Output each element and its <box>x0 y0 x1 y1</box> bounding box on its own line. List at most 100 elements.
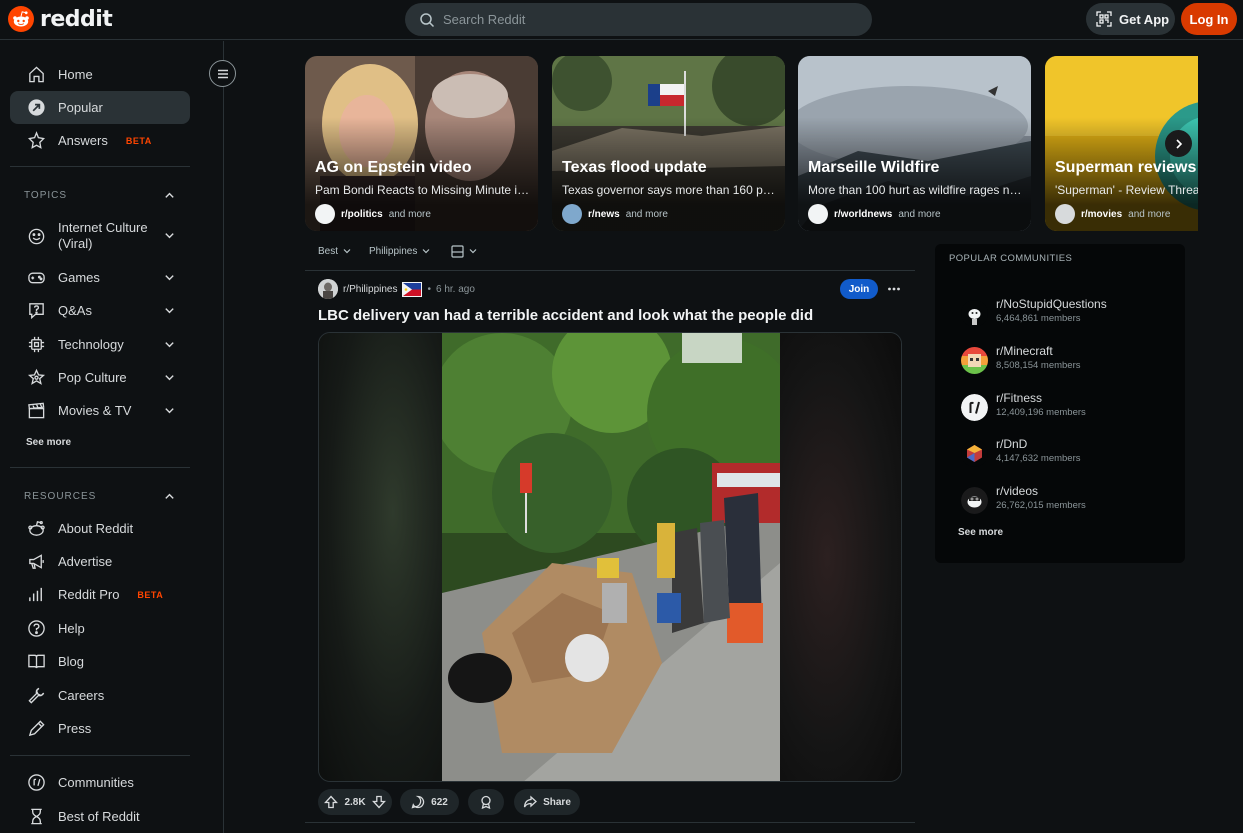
post-subreddit-link[interactable]: r/Philippines <box>343 284 397 295</box>
sidebar-item-games[interactable]: Games <box>10 261 190 294</box>
chevron-up-icon <box>163 490 176 503</box>
chevron-down-icon <box>163 371 176 384</box>
chip-icon <box>27 335 46 354</box>
community-item-videos[interactable]: r/videos 26,762,015 members <box>961 482 1171 518</box>
sidebar-item-about-reddit[interactable]: About Reddit <box>10 512 190 545</box>
chevron-right-icon <box>1173 138 1185 150</box>
share-button[interactable]: Share <box>514 789 580 815</box>
carousel-next-button[interactable] <box>1165 130 1192 157</box>
sidebar-item-help[interactable]: Help <box>10 612 190 645</box>
sidebar-item-pop-culture[interactable]: Pop Culture <box>10 361 190 394</box>
card-description: Pam Bondi Reacts to Missing Minute in ..… <box>315 183 530 197</box>
sidebar-item-popular[interactable]: Popular <box>10 91 190 124</box>
trending-card-texas-flood[interactable]: Texas flood update Texas governor says m… <box>552 56 785 231</box>
search-icon <box>419 12 435 28</box>
feed-divider <box>305 822 915 823</box>
sort-order-dropdown[interactable]: Best <box>318 243 352 259</box>
more-horizontal-icon <box>887 282 901 296</box>
sidebar-item-technology[interactable]: Technology <box>10 328 190 361</box>
card-title: AG on Epstein video <box>315 159 472 176</box>
card-meta: r/movies and more <box>1055 204 1170 224</box>
community-name: r/DnD <box>996 437 1028 451</box>
sidebar-item-home[interactable]: Home <box>10 58 190 91</box>
card-more: and more <box>388 208 431 220</box>
chevron-down-icon <box>342 246 352 256</box>
sidebar-item-blog[interactable]: Blog <box>10 645 190 678</box>
card-more: and more <box>898 208 941 220</box>
sidebar-item-press[interactable]: Press <box>10 712 190 745</box>
reddit-logo[interactable]: reddit <box>8 6 113 32</box>
sidebar-item-internet-culture[interactable]: Internet Culture (Viral) <box>10 219 190 253</box>
feed-divider <box>305 270 915 271</box>
sidebar-item-label: Movies & TV <box>58 402 132 418</box>
trending-card-ag-epstein[interactable]: AG on Epstein video Pam Bondi Reacts to … <box>305 56 538 231</box>
award-button[interactable] <box>468 789 504 815</box>
sidebar-item-label: Blog <box>58 653 85 669</box>
card-subreddit: r/worldnews <box>834 208 893 220</box>
community-name: r/Fitness <box>996 391 1043 405</box>
subreddit-avatar[interactable] <box>318 279 338 299</box>
chevron-down-icon <box>163 229 176 242</box>
location-dropdown[interactable]: Philippines <box>369 243 431 259</box>
sidebar-item-label: About Reddit <box>58 520 134 536</box>
post-title[interactable]: LBC delivery van had a terrible accident… <box>318 307 813 324</box>
sidebar-divider <box>10 467 190 468</box>
sidebar-item-answers[interactable]: Answers BETA <box>10 124 190 157</box>
location-label: Philippines <box>369 245 418 257</box>
sidebar-item-movies-tv[interactable]: Movies & TV <box>10 394 190 427</box>
sidebar-item-label: Careers <box>58 687 105 703</box>
search-input[interactable] <box>443 12 843 27</box>
clapperboard-icon <box>27 401 46 420</box>
pen-icon <box>27 719 46 738</box>
help-icon <box>27 619 46 638</box>
post-options-button[interactable] <box>884 279 904 299</box>
get-app-button[interactable]: Get App <box>1086 3 1175 35</box>
politics-avatar-icon <box>315 204 335 224</box>
dnd-avatar <box>961 440 988 467</box>
trending-card-marseille-wildfire[interactable]: Marseille Wildfire More than 100 hurt as… <box>798 56 1031 231</box>
sidebar-item-best-of-reddit[interactable]: Best of Reddit <box>10 800 190 833</box>
card-meta: r/worldnews and more <box>808 204 941 224</box>
sidebar-item-communities[interactable]: Communities <box>10 766 190 799</box>
community-item-minecraft[interactable]: r/Minecraft 8,508,154 members <box>961 342 1171 378</box>
community-members: 6,464,861 members <box>996 313 1081 324</box>
join-button[interactable]: Join <box>840 279 878 299</box>
share-label: Share <box>543 796 571 808</box>
philippines-flag-icon <box>402 281 423 297</box>
get-app-label: Get App <box>1119 11 1170 27</box>
sidebar-item-label: Communities <box>58 774 134 790</box>
community-item-dnd[interactable]: r/DnD 4,147,632 members <box>961 435 1171 471</box>
upvote-icon[interactable] <box>324 795 339 809</box>
news-globe-icon <box>562 204 582 224</box>
sidebar-item-advertise[interactable]: Advertise <box>10 545 190 578</box>
bar-chart-icon <box>27 585 46 604</box>
communities-see-more-link[interactable]: See more <box>958 527 1003 538</box>
share-icon <box>523 795 538 809</box>
sidebar-item-qas[interactable]: Q&As <box>10 294 190 327</box>
sidebar-item-label: Home <box>58 66 93 82</box>
search-bar[interactable] <box>405 3 872 36</box>
sidebar-item-label: Technology <box>58 336 124 352</box>
sidebar-item-careers[interactable]: Careers <box>10 679 190 712</box>
sidebar-item-label: Best of Reddit <box>58 808 140 824</box>
card-title: Marseille Wildfire <box>808 159 940 176</box>
post-separator: • <box>427 283 431 295</box>
nostupidquestions-avatar <box>961 300 988 327</box>
community-members: 4,147,632 members <box>996 453 1081 464</box>
topics-section-header[interactable]: TOPICS <box>24 187 190 203</box>
sidebar-item-reddit-pro[interactable]: Reddit Pro BETA <box>10 578 190 611</box>
smile-icon <box>27 227 46 246</box>
beta-badge: BETA <box>125 135 152 146</box>
collapse-sidebar-button[interactable] <box>209 60 236 87</box>
resources-section-header[interactable]: RESOURCES <box>24 488 190 504</box>
wrench-icon <box>27 686 46 705</box>
topics-see-more-link[interactable]: See more <box>26 437 71 448</box>
post-image[interactable] <box>318 332 902 782</box>
log-in-button[interactable]: Log In <box>1181 3 1237 35</box>
view-mode-dropdown[interactable] <box>451 243 478 259</box>
comment-count: 622 <box>431 796 448 808</box>
community-item-fitness[interactable]: r/Fitness 12,409,196 members <box>961 389 1171 425</box>
community-item-nostupidquestions[interactable]: r/NoStupidQuestions 6,464,861 members <box>961 295 1171 331</box>
downvote-icon[interactable] <box>371 795 386 809</box>
comments-button[interactable]: 622 <box>400 789 459 815</box>
